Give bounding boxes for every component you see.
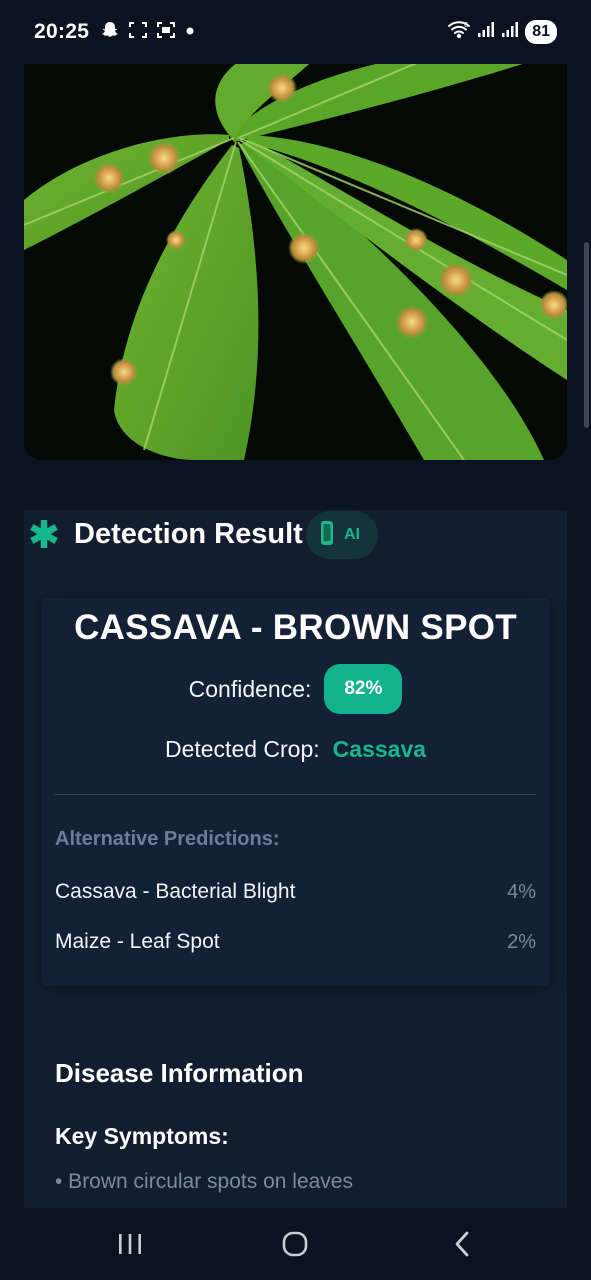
screen-record-icon: [156, 20, 176, 40]
svg-text:6: 6: [464, 21, 469, 29]
symptom-item: • Brown circular spots on leaves: [55, 1170, 353, 1193]
confidence-label: Confidence:: [188, 675, 312, 702]
ai-badge: AI: [306, 511, 378, 559]
dot-icon: [184, 20, 196, 40]
battery-icon: 81: [525, 19, 557, 44]
home-icon[interactable]: [275, 1228, 315, 1260]
back-icon[interactable]: [442, 1228, 482, 1260]
crop-label: Detected Crop:: [164, 736, 320, 762]
alternative-pct: 2%: [507, 930, 536, 953]
symptoms-title: Key Symptoms:: [55, 1123, 229, 1149]
status-icons-left: [100, 20, 196, 40]
status-time: 20:25: [34, 20, 90, 43]
signal-icon: [501, 19, 519, 44]
confidence-badge: 82%: [324, 664, 403, 714]
alternatives-title: Alternative Predictions:: [55, 828, 280, 850]
result-panel: Detection Result AI CASSAVA - BROWN SPOT…: [24, 510, 567, 1210]
ai-label: AI: [344, 526, 360, 543]
asterisk-icon: [28, 518, 60, 550]
result-title: Detection Result: [74, 518, 303, 550]
divider: [55, 794, 536, 795]
crop-row: Detected Crop: Cassava: [42, 736, 549, 763]
alternative-name: Maize - Leaf Spot: [55, 930, 220, 953]
screenshot-icon: [128, 20, 148, 40]
nav-bar: [0, 1208, 591, 1280]
crop-value: Cassava: [332, 736, 427, 762]
wifi-icon: 6: [447, 19, 471, 44]
alternative-row: Maize - Leaf Spot 2%: [55, 930, 536, 954]
leaf-image: [24, 50, 567, 460]
status-icons-right: 6 81: [447, 19, 557, 44]
phone-icon: [320, 520, 334, 551]
signal-icon: [477, 19, 495, 44]
alternative-row: Cassava - Bacterial Blight 4%: [55, 880, 536, 904]
result-card: CASSAVA - BROWN SPOT Confidence: 82% Det…: [42, 598, 549, 986]
confidence-row: Confidence: 82%: [42, 664, 549, 714]
recent-apps-icon[interactable]: [110, 1228, 150, 1260]
alternative-name: Cassava - Bacterial Blight: [55, 880, 296, 903]
status-bar: 20:25 6 81: [0, 0, 591, 64]
disease-name: CASSAVA - BROWN SPOT: [74, 608, 517, 647]
scrollbar[interactable]: [584, 242, 589, 428]
disease-info-title: Disease Information: [55, 1058, 304, 1088]
screen: 20:25 6 81 Detection Result AI CASSAVA -…: [0, 0, 591, 1280]
snapchat-icon: [100, 20, 120, 40]
alternative-pct: 4%: [507, 880, 536, 903]
result-header: Detection Result AI: [24, 510, 567, 560]
